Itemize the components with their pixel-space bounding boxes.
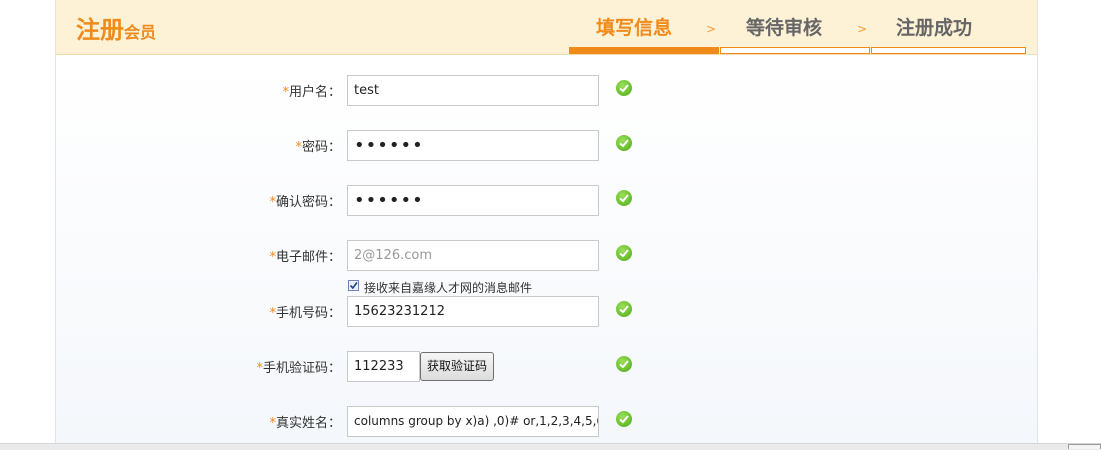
step-separator-2: > [857, 22, 868, 36]
registration-panel: 注册会员 填写信息 > 等待审核 > 注册成功 *用户名： test *密码： … [55, 0, 1038, 449]
confirm-password-ok-icon [616, 190, 632, 206]
step-register-success: 注册成功 [896, 17, 973, 39]
real-name-ok-icon [616, 411, 632, 427]
step-underline-active [569, 47, 719, 54]
scrollbar-corner [1068, 444, 1101, 449]
password-ok-icon [616, 135, 632, 151]
phone-input[interactable]: 15623231212 [347, 296, 599, 327]
password-label: *密码： [121, 136, 341, 155]
email-label: *电子邮件： [121, 246, 341, 265]
newsletter-checkbox[interactable] [348, 280, 359, 291]
get-code-button[interactable]: 获取验证码 [420, 352, 494, 381]
step-fill-info: 填写信息 [596, 17, 673, 39]
brand-sub: 会员 [124, 23, 157, 42]
username-label-text: 用户名： [288, 85, 341, 100]
newsletter-label: 接收来自嘉缘人才网的消息邮件 [364, 281, 533, 295]
confirm-password-label-text: 确认密码： [275, 195, 341, 210]
username-input[interactable]: test [347, 75, 599, 106]
step-underline-2 [720, 47, 870, 54]
header-bar: 注册会员 填写信息 > 等待审核 > 注册成功 [56, 0, 1037, 55]
password-label-text: 密码： [301, 140, 341, 155]
step-pending-review: 等待审核 [746, 17, 823, 39]
step-underline-3 [871, 47, 1026, 54]
email-label-text: 电子邮件： [275, 250, 341, 265]
username-ok-icon [616, 80, 632, 96]
username-label: *用户名： [121, 81, 341, 100]
sms-code-ok-icon [616, 356, 632, 372]
sms-code-input[interactable]: 112233 [347, 351, 420, 382]
phone-label: *手机号码： [121, 302, 341, 321]
page-title: 注册会员 [76, 10, 156, 45]
brand-main: 注册 [76, 15, 124, 44]
sms-code-label: *手机验证码： [121, 357, 341, 376]
real-name-input[interactable]: columns group by x)a) ,0)# or,1,2,3,4,5,… [347, 406, 599, 437]
email-input[interactable]: 2@126.com [347, 240, 599, 271]
confirm-password-input[interactable]: •••••• [347, 185, 599, 216]
real-name-label: *真实姓名： [121, 412, 341, 431]
step-separator-1: > [706, 22, 717, 36]
real-name-label-text: 真实姓名： [275, 416, 341, 431]
email-ok-icon [616, 245, 632, 261]
confirm-password-label: *确认密码： [121, 191, 341, 210]
password-input[interactable]: •••••• [347, 130, 599, 161]
sms-code-label-text: 手机验证码： [262, 361, 341, 376]
phone-ok-icon [616, 301, 632, 317]
phone-label-text: 手机号码： [275, 306, 341, 321]
